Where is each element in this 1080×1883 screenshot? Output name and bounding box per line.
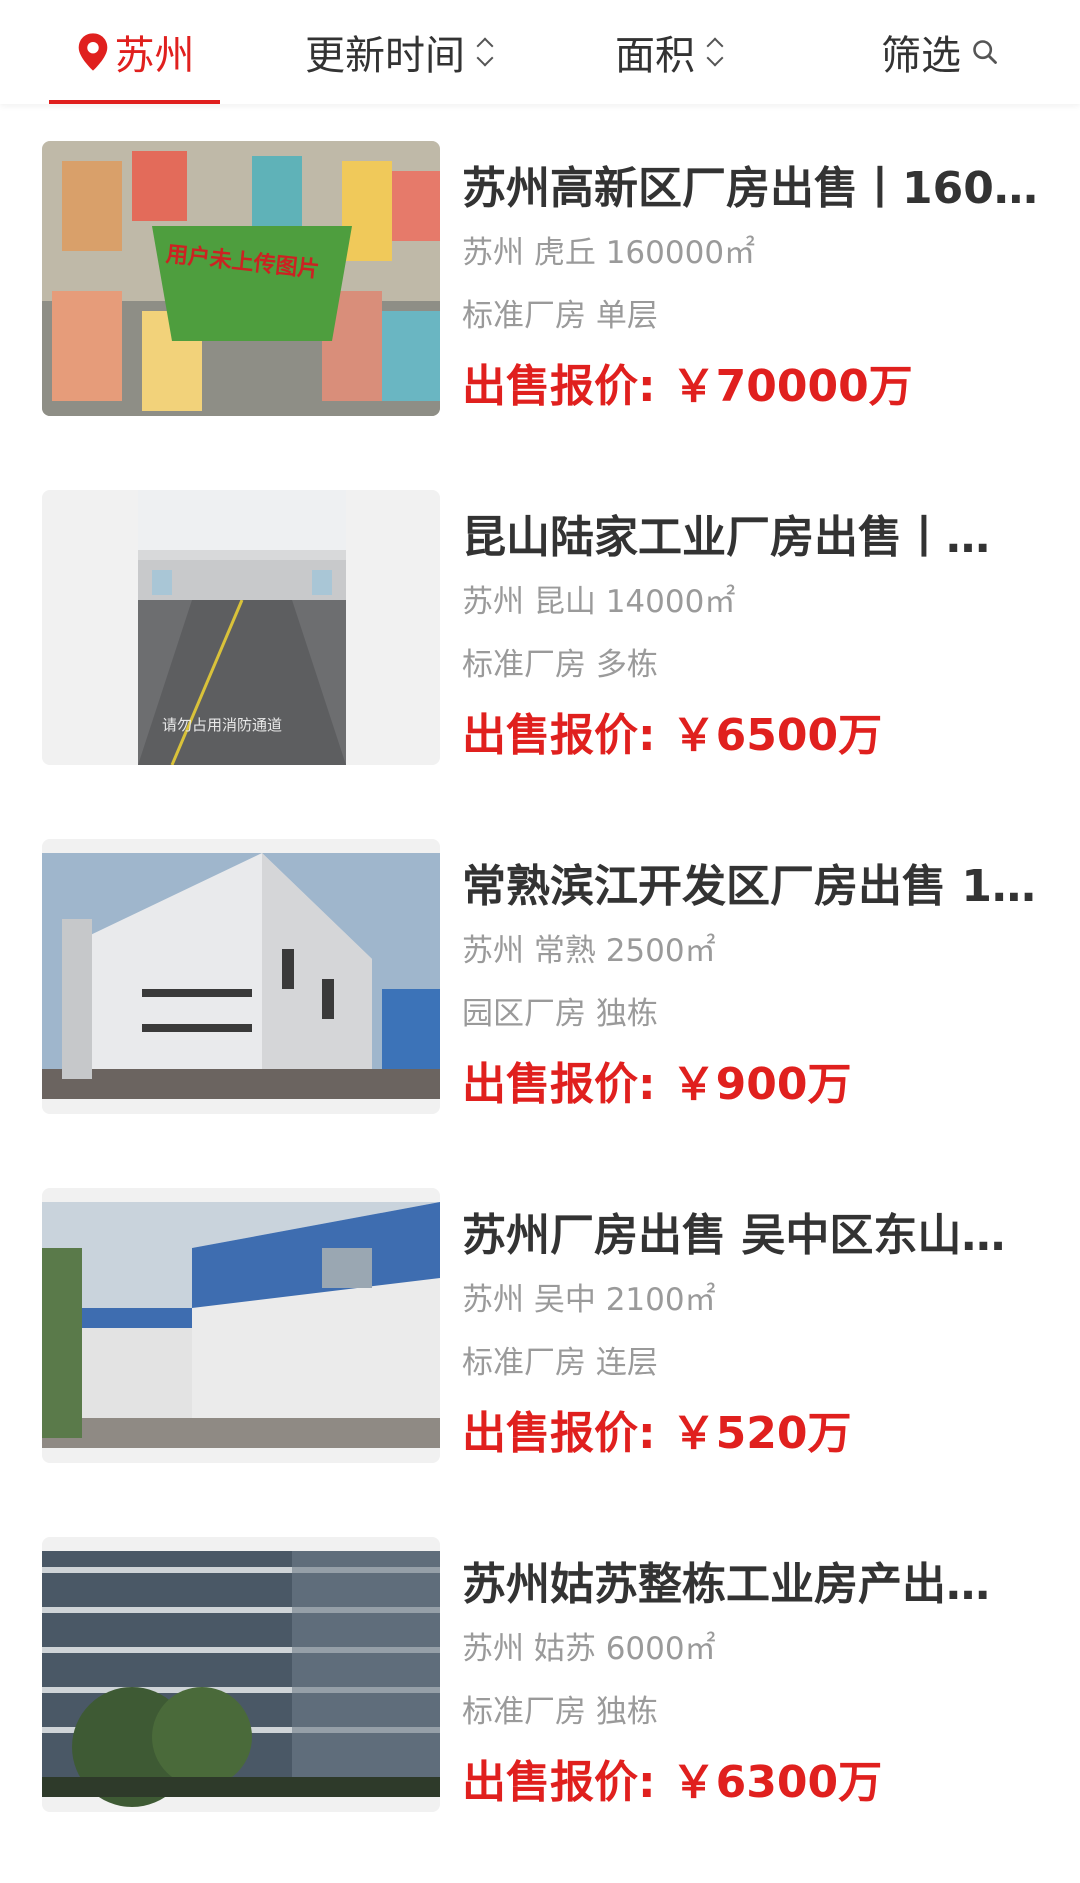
sort-update-time[interactable]: 更新时间 <box>290 0 510 104</box>
listing-thumbnail[interactable] <box>42 1537 440 1812</box>
price-label: 出售报价: <box>462 710 656 761</box>
listing-title[interactable]: 昆山陆家工业厂房出售丨… <box>462 512 1040 564</box>
warehouse-interior-photo: 请勿占用消防通道 <box>42 490 440 765</box>
listing-title[interactable]: 常熟滨江开发区厂房出售 1… <box>462 861 1040 913</box>
listing-card[interactable]: 苏州厂房出售 吴中区东山… 苏州 吴中 2100㎡ 标准厂房 连层 出售报价: ￥… <box>0 1188 1080 1463</box>
glass-office-building-photo <box>42 1537 440 1812</box>
price-label: 出售报价: <box>462 361 656 412</box>
price-value: ￥520万 <box>671 1408 852 1459</box>
sort-toggle-icon <box>705 32 725 72</box>
listing-price: 出售报价: ￥520万 <box>462 1406 851 1462</box>
listing-type: 标准厂房 连层 <box>462 1345 658 1381</box>
listing-location: 苏州 昆山 14000㎡ <box>462 584 736 620</box>
filter-button[interactable]: 筛选 <box>870 0 1010 104</box>
listing-price: 出售报价: ￥900万 <box>462 1057 851 1113</box>
price-label: 出售报价: <box>462 1408 656 1459</box>
blue-white-building-photo <box>42 1188 440 1463</box>
sort-toggle-icon <box>475 32 495 72</box>
price-value: ￥6500万 <box>671 710 883 761</box>
sort-area-label: 面积 <box>615 33 695 79</box>
listing-price: 出售报价: ￥70000万 <box>462 359 913 415</box>
active-tab-underline <box>49 100 220 104</box>
sort-area[interactable]: 面积 <box>600 0 740 104</box>
price-value: ￥70000万 <box>671 361 913 412</box>
city-label: 苏州 <box>114 33 195 79</box>
listing-type: 标准厂房 单层 <box>462 298 658 334</box>
price-label: 出售报价: <box>462 1059 656 1110</box>
listing-location: 苏州 吴中 2100㎡ <box>462 1282 716 1318</box>
listing-thumbnail[interactable] <box>42 1188 440 1463</box>
location-pin-icon <box>78 33 107 71</box>
search-icon <box>973 40 997 64</box>
white-factory-building-photo <box>42 839 440 1114</box>
listing-type: 标准厂房 独栋 <box>462 1694 658 1730</box>
price-value: ￥6300万 <box>671 1757 883 1808</box>
listing-card[interactable]: 用户未上传图片 苏州高新区厂房出售丨160… 苏州 虎丘 160000㎡ 标准厂… <box>0 141 1080 416</box>
listing-title[interactable]: 苏州姑苏整栋工业房产出… <box>462 1559 1040 1611</box>
listing-title[interactable]: 苏州厂房出售 吴中区东山… <box>462 1210 1040 1262</box>
listing-type: 园区厂房 独栋 <box>462 996 658 1032</box>
listing-price: 出售报价: ￥6300万 <box>462 1755 882 1811</box>
listing-thumbnail[interactable] <box>42 839 440 1114</box>
listing-location: 苏州 常熟 2500㎡ <box>462 933 716 969</box>
city-selector[interactable]: 苏州 <box>49 0 220 104</box>
sort-update-time-label: 更新时间 <box>305 33 465 79</box>
price-label: 出售报价: <box>462 1757 656 1808</box>
listing-thumbnail[interactable]: 用户未上传图片 <box>42 141 440 416</box>
listing-card[interactable]: 苏州姑苏整栋工业房产出… 苏州 姑苏 6000㎡ 标准厂房 独栋 出售报价: ￥6… <box>0 1537 1080 1812</box>
filter-label: 筛选 <box>881 33 961 79</box>
floor-sign: 请勿占用消防通道 <box>162 716 282 734</box>
listing-thumbnail[interactable]: 请勿占用消防通道 <box>42 490 440 765</box>
price-value: ￥900万 <box>671 1059 852 1110</box>
listing-location: 苏州 姑苏 6000㎡ <box>462 1631 716 1667</box>
listing-title[interactable]: 苏州高新区厂房出售丨160… <box>462 163 1040 215</box>
listing-type: 标准厂房 多栋 <box>462 647 658 683</box>
listing-location: 苏州 虎丘 160000㎡ <box>462 235 756 271</box>
listing-card[interactable]: 常熟滨江开发区厂房出售 1… 苏州 常熟 2500㎡ 园区厂房 独栋 出售报价:… <box>0 839 1080 1114</box>
filter-bar: 苏州 更新时间 面积 筛选 <box>0 0 1080 104</box>
listing-card[interactable]: 请勿占用消防通道 昆山陆家工业厂房出售丨… 苏州 昆山 14000㎡ 标准厂房 … <box>0 490 1080 765</box>
listing-price: 出售报价: ￥6500万 <box>462 708 882 764</box>
placeholder-illustration: 用户未上传图片 <box>42 141 440 416</box>
